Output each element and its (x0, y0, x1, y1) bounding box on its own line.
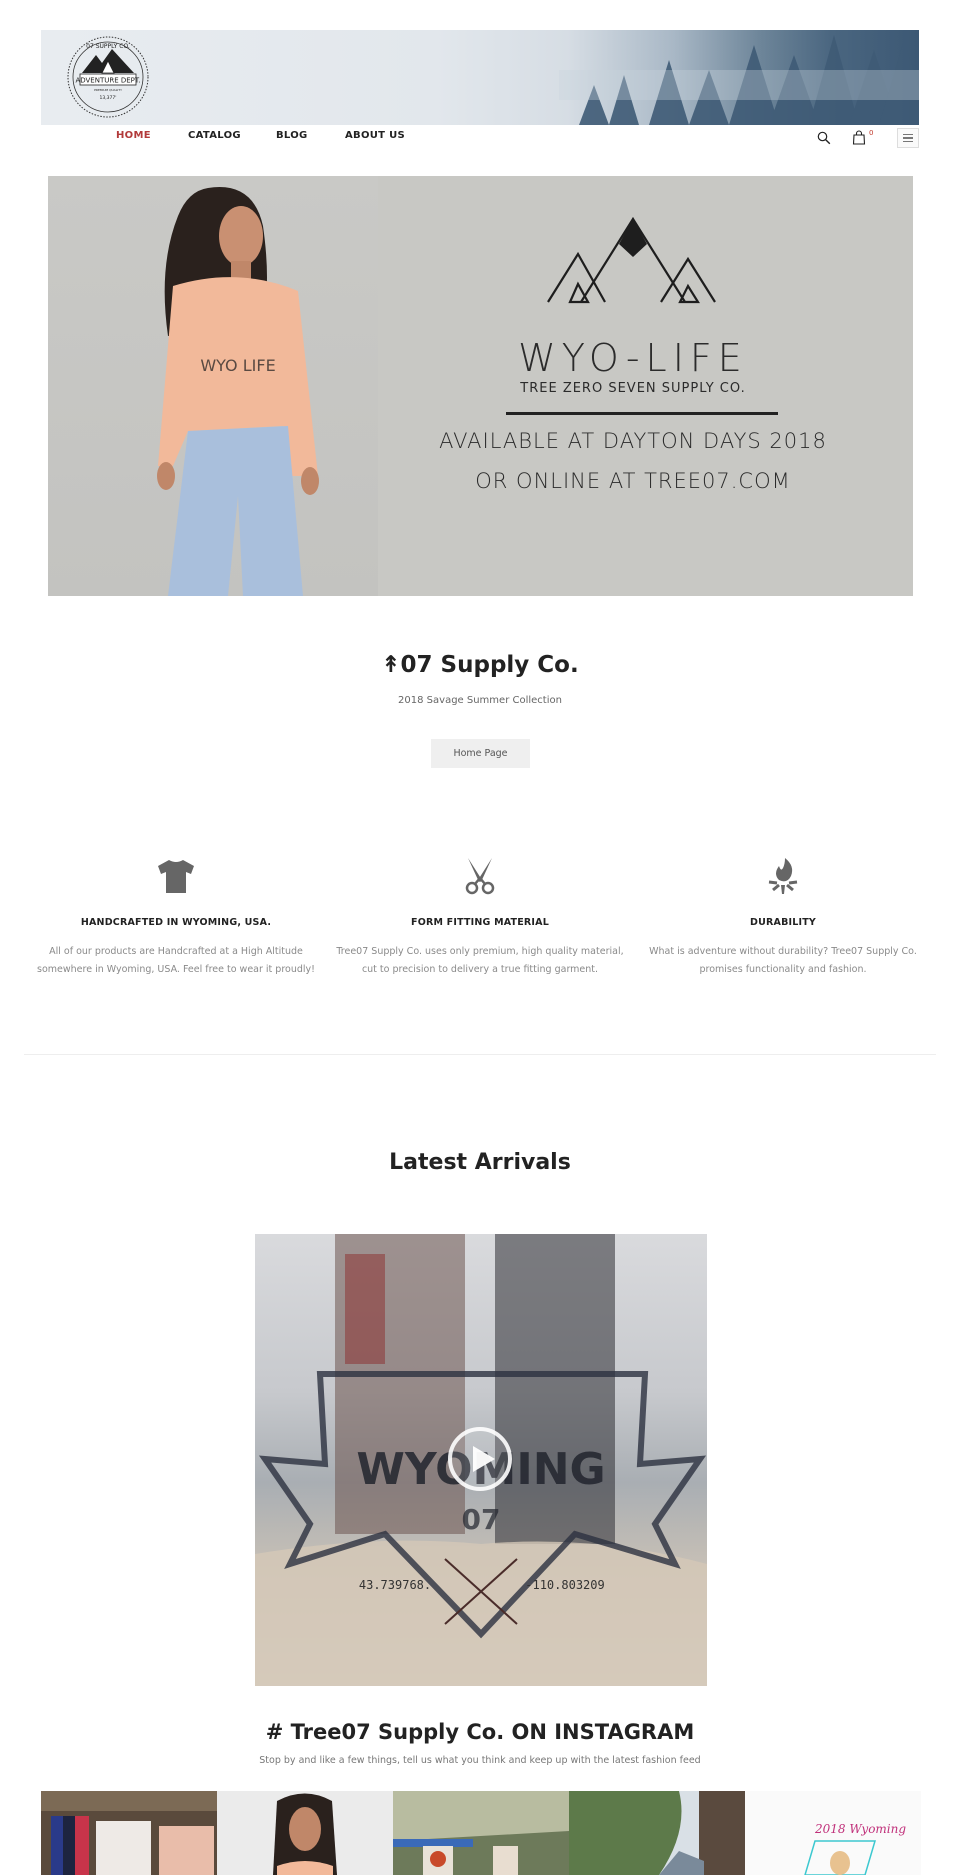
brand-title: ↟07 Supply Co. (381, 652, 579, 678)
brand-logo[interactable]: ADVENTURE DEPT. PREMIUM QUALITY 13,377' … (66, 35, 150, 119)
forest-image (559, 35, 919, 125)
instagram-caption: 2018 Wyoming (814, 1822, 906, 1836)
logo-quality-text: PREMIUM QUALITY (94, 88, 122, 92)
campfire-icon (768, 858, 798, 894)
instagram-post[interactable] (569, 1791, 745, 1875)
feature-title: FORM FITTING MATERIAL (411, 917, 549, 928)
nav-home[interactable]: HOME (116, 130, 151, 141)
mountain-logo-icon (547, 216, 716, 304)
feature-handcrafted: HANDCRAFTED IN WYOMING, USA. All of our … (31, 855, 321, 979)
nav-catalog[interactable]: CATALOG (188, 130, 241, 141)
feature-title: HANDCRAFTED IN WYOMING, USA. (80, 917, 272, 928)
instagram-post[interactable] (41, 1791, 217, 1875)
hero-model-image: WYO LIFE (48, 176, 378, 596)
nav-about-us[interactable]: ABOUT US (345, 130, 405, 141)
logo-band-text: ADVENTURE DEPT. (75, 77, 140, 85)
cart-count-badge: 0 (869, 129, 874, 137)
feature-text: What is adventure without durability? Tr… (649, 946, 917, 975)
play-icon[interactable] (447, 1426, 513, 1492)
header-banner (41, 30, 919, 125)
nav-blog[interactable]: BLOG (276, 130, 308, 141)
hero-online-text: OR ONLINE AT TREE07.COM (475, 469, 791, 493)
latest-arrivals-title: Latest Arrivals (389, 1150, 571, 1175)
search-icon[interactable] (817, 131, 831, 145)
hero-banner[interactable]: WYO LIFE WYO-LIFE TREE ZERO SEVEN SUPPLY… (48, 176, 913, 596)
logo-elevation-text: 13,377' (100, 95, 117, 101)
hero-text-block: WYO-LIFE TREE ZERO SEVEN SUPPLY CO. AVAI… (408, 176, 858, 596)
video-coords-left: 43.739768. (359, 1578, 431, 1592)
hero-brand-subtitle: TREE ZERO SEVEN SUPPLY CO. (520, 381, 746, 396)
instagram-title: # Tree07 Supply Co. ON INSTAGRAM (265, 1720, 695, 1744)
hero-available-text: AVAILABLE AT DAYTON DAYS 2018 (439, 429, 827, 453)
feature-text: Tree07 Supply Co. uses only premium, hig… (336, 946, 624, 975)
latest-arrivals-video[interactable]: WYOMING 07 43.739768. -110.803209 (255, 1234, 707, 1686)
tshirt-icon (158, 860, 194, 893)
menu-icon-bar (903, 137, 913, 139)
instagram-post[interactable]: 2018 Wyoming (745, 1791, 921, 1875)
feature-text: All of our products are Handcrafted at a… (37, 946, 315, 975)
menu-icon-bar (903, 133, 913, 136)
main-nav: HOME CATALOG BLOG ABOUT US (0, 130, 960, 148)
hero-divider (506, 412, 778, 415)
video-coords-right: -110.803209 (525, 1578, 604, 1592)
instagram-subtitle: Stop by and like a few things, tell us w… (259, 1755, 701, 1766)
cart-icon[interactable] (852, 130, 866, 145)
home-page-button[interactable]: Home Page (431, 739, 530, 768)
brand-subtitle: 2018 Savage Summer Collection (398, 695, 562, 706)
section-divider (24, 1054, 936, 1055)
instagram-post[interactable] (393, 1791, 569, 1875)
feature-form-fitting: FORM FITTING MATERIAL Tree07 Supply Co. … (335, 855, 625, 979)
scissors-icon (465, 858, 495, 895)
hero-brand-title: WYO-LIFE (518, 336, 748, 380)
logo-top-text: 07 SUPPLY CO. (86, 43, 130, 50)
feature-durability: DURABILITY What is adventure without dur… (638, 855, 928, 979)
menu-button[interactable] (897, 128, 919, 148)
video-badge-number: 07 (462, 1503, 501, 1536)
feature-title: DURABILITY (750, 917, 816, 928)
instagram-feed: 2018 Wyoming (41, 1791, 921, 1875)
instagram-post[interactable] (217, 1791, 393, 1875)
menu-icon-bar (903, 140, 913, 143)
hoodie-print-text: WYO LIFE (200, 356, 275, 375)
